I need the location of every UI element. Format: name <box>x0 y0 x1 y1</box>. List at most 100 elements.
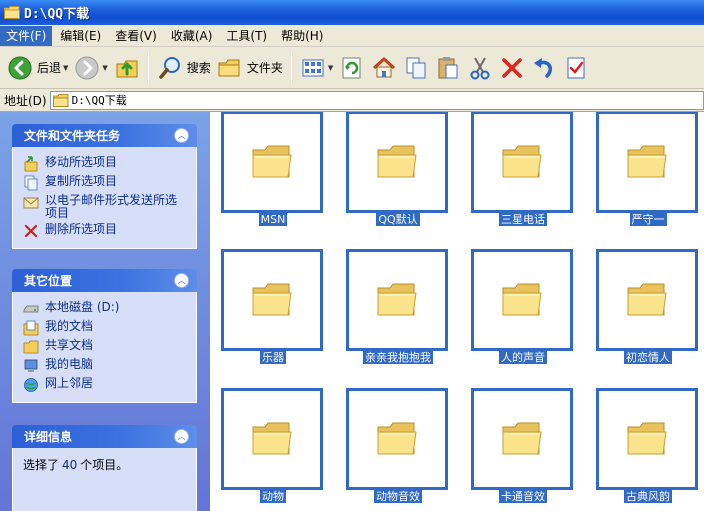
refresh-button[interactable] <box>336 51 368 85</box>
folder-thumbnail[interactable] <box>221 388 323 490</box>
folder-item[interactable]: QQ默认 <box>346 112 450 226</box>
folder-name[interactable]: 严守一 <box>596 212 700 226</box>
delete-button[interactable] <box>496 51 528 85</box>
place-my-documents[interactable]: 我的文档 <box>23 320 186 336</box>
up-button[interactable] <box>111 51 143 85</box>
task-email[interactable]: 以电子邮件形式发送所选项目 <box>23 194 186 220</box>
address-bar: 地址(D) D:\QQ下载 <box>0 89 704 112</box>
undo-icon <box>534 57 553 78</box>
task-move[interactable]: 移动所选项目 <box>23 156 186 172</box>
folder-name[interactable]: MSN <box>221 212 325 226</box>
folder-label: 乐器 <box>260 351 286 364</box>
file-tasks-body: 移动所选项目 复制所选项目 以电子邮件形式发送所选项目 删除所选项目 <box>12 147 197 249</box>
folder-name[interactable]: 三星电话 <box>471 212 575 226</box>
other-places-header[interactable]: 其它位置 ︿ <box>12 269 197 292</box>
folder-thumbnail[interactable] <box>471 249 573 351</box>
folder-item[interactable]: 古典风韵 <box>596 388 700 503</box>
paste-button[interactable] <box>432 51 464 85</box>
folder-item[interactable]: 卡通音效 <box>471 388 575 503</box>
folder-thumbnail[interactable] <box>346 249 448 351</box>
address-input[interactable]: D:\QQ下载 <box>49 90 704 110</box>
folder-item[interactable]: 初恋情人 <box>596 249 700 364</box>
folder-icon <box>4 6 20 19</box>
properties-button[interactable] <box>560 51 592 85</box>
folder-name[interactable]: 古典风韵 <box>596 489 700 503</box>
menu-edit[interactable]: 编辑(E) <box>54 26 107 46</box>
title-bar[interactable]: D:\QQ下载 <box>0 0 704 25</box>
menu-favorites[interactable]: 收藏(A) <box>165 26 219 46</box>
back-dropdown-icon[interactable]: ▼ <box>63 64 68 72</box>
panel-title: 其它位置 <box>24 274 73 288</box>
home-button[interactable] <box>368 51 400 85</box>
forward-button[interactable]: ▼ <box>71 51 110 85</box>
folder-name[interactable]: 动物 <box>221 489 325 503</box>
folder-thumbnail[interactable] <box>221 249 323 351</box>
task-copy[interactable]: 复制所选项目 <box>23 175 186 191</box>
up-folder-icon <box>116 60 138 77</box>
folder-thumbnail[interactable] <box>346 388 448 490</box>
search-button[interactable]: 搜索 <box>154 51 214 85</box>
place-my-computer[interactable]: 我的电脑 <box>23 358 186 374</box>
views-dropdown-icon[interactable]: ▼ <box>328 64 333 72</box>
place-local-disk[interactable]: 本地磁盘 (D:) <box>23 301 186 317</box>
folder-item[interactable]: 亲亲我抱抱我 <box>346 249 450 364</box>
chevron-up-icon[interactable]: ︿ <box>174 273 189 288</box>
folder-item[interactable]: 动物 <box>221 388 325 503</box>
folder-item[interactable]: 人的声音 <box>471 249 575 364</box>
folder-item[interactable]: MSN <box>221 112 325 226</box>
views-button[interactable]: ▼ <box>297 51 336 85</box>
menu-tools[interactable]: 工具(T) <box>220 26 273 46</box>
menu-view[interactable]: 查看(V) <box>109 26 163 46</box>
folder-name[interactable]: 卡通音效 <box>471 489 575 503</box>
folder-thumbnail[interactable] <box>471 388 573 490</box>
toolbar: 后退 ▼ ▼ 搜索 文件夹 ▼ <box>0 47 704 89</box>
folder-thumbnail[interactable] <box>221 112 323 213</box>
folder-thumbnail[interactable] <box>596 249 698 351</box>
folder-icon <box>627 145 667 178</box>
move-icon <box>24 156 38 172</box>
search-label: 搜索 <box>186 61 211 75</box>
folder-name[interactable]: QQ默认 <box>346 212 450 226</box>
place-label: 网上邻居 <box>45 376 94 390</box>
file-tasks-header[interactable]: 文件和文件夹任务 ︿ <box>12 124 197 147</box>
folder-icon <box>377 283 417 316</box>
forward-dropdown-icon[interactable]: ▼ <box>102 64 107 72</box>
undo-button[interactable] <box>528 51 560 85</box>
folder-label: 卡通音效 <box>499 490 547 503</box>
folder-view[interactable]: MSN QQ默认 三星电话 严守一乐器 亲亲我抱抱我 人的声音 初恋情人动物 动物音效 卡通音效… <box>210 112 704 511</box>
folder-thumbnail[interactable] <box>471 112 573 213</box>
folder-name[interactable]: 动物音效 <box>346 489 450 503</box>
menu-help[interactable]: 帮助(H) <box>275 26 329 46</box>
folder-item[interactable]: 严守一 <box>596 112 700 226</box>
shared-folder-icon <box>23 340 39 354</box>
folder-thumbnail[interactable] <box>596 388 698 490</box>
task-delete[interactable]: 删除所选项目 <box>23 223 186 239</box>
place-network[interactable]: 网上邻居 <box>23 377 186 393</box>
folder-name[interactable]: 人的声音 <box>471 350 575 364</box>
details-header[interactable]: 详细信息 ︿ <box>12 425 197 448</box>
place-label: 我的文档 <box>45 319 94 333</box>
place-shared-documents[interactable]: 共享文档 <box>23 339 186 355</box>
folder-item[interactable]: 动物音效 <box>346 388 450 503</box>
folder-item[interactable]: 三星电话 <box>471 112 575 226</box>
folder-icon <box>502 145 542 178</box>
cut-button[interactable] <box>464 51 496 85</box>
copy-to-button[interactable] <box>400 51 432 85</box>
menu-file[interactable]: 文件(F) <box>0 25 53 46</box>
task-label: 删除所选项目 <box>45 222 118 236</box>
back-button[interactable]: 后退 ▼ <box>4 51 71 85</box>
folder-icon <box>627 283 667 316</box>
network-icon <box>24 378 38 392</box>
folder-name[interactable]: 初恋情人 <box>596 350 700 364</box>
chevron-up-icon[interactable]: ︿ <box>174 128 189 143</box>
folder-icon <box>52 93 69 107</box>
folder-name[interactable]: 乐器 <box>221 350 325 364</box>
folder-thumbnail[interactable] <box>346 112 448 213</box>
chevron-up-icon[interactable]: ︿ <box>174 429 189 444</box>
folder-label: 人的声音 <box>499 351 547 364</box>
folder-name[interactable]: 亲亲我抱抱我 <box>346 350 450 364</box>
folders-button[interactable]: 文件夹 <box>214 51 286 85</box>
folders-icon <box>218 59 240 76</box>
folder-item[interactable]: 乐器 <box>221 249 325 364</box>
folder-thumbnail[interactable] <box>596 112 698 213</box>
